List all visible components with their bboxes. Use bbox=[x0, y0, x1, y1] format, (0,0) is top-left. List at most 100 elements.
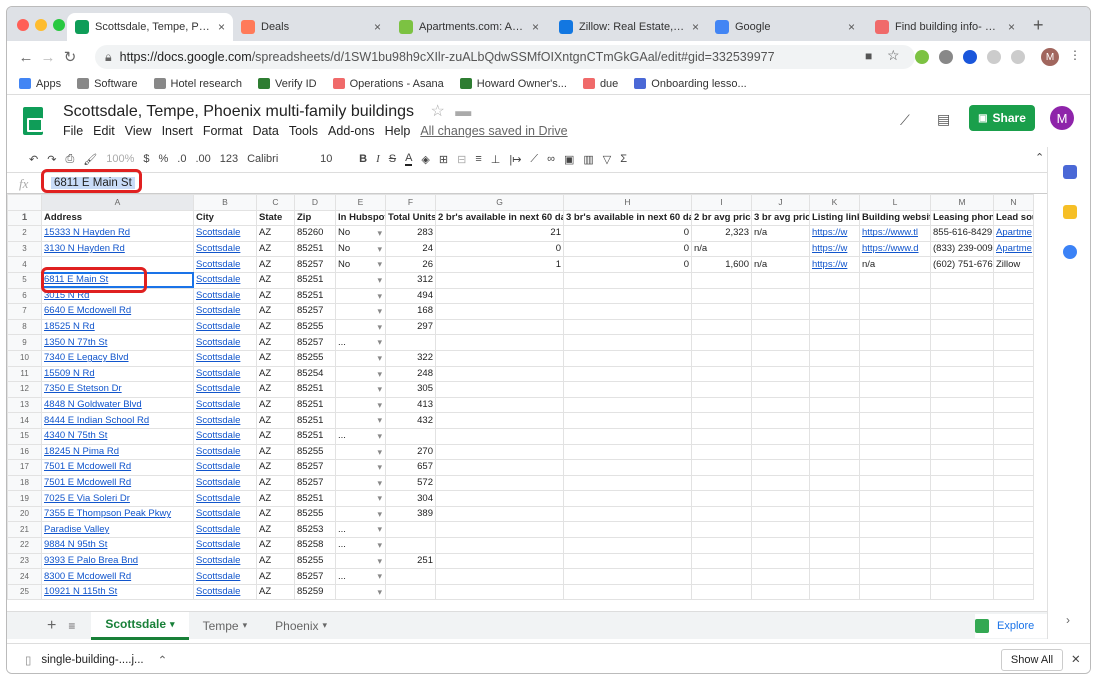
browser-tab[interactable]: Google × bbox=[707, 13, 863, 41]
city-cell[interactable]: Scottsdale bbox=[193, 412, 257, 429]
maximize-window-icon[interactable] bbox=[53, 19, 65, 31]
city-cell[interactable]: Scottsdale bbox=[193, 552, 257, 570]
menu-edit[interactable]: Edit bbox=[93, 124, 115, 138]
state-cell[interactable]: AZ bbox=[256, 287, 295, 305]
menu-file[interactable]: File bbox=[63, 124, 83, 138]
lead-source-cell[interactable]: Apartme bbox=[993, 240, 1034, 258]
lead-source-cell[interactable] bbox=[993, 365, 1034, 383]
city-cell[interactable]: Scottsdale bbox=[193, 459, 257, 476]
zip-cell[interactable]: 85251 bbox=[294, 287, 336, 305]
listing-link-cell[interactable] bbox=[809, 443, 860, 461]
decrease-decimal-button[interactable]: .0 bbox=[177, 153, 186, 165]
two-br-available-cell[interactable] bbox=[435, 537, 564, 554]
hubspot-dropdown-cell[interactable] bbox=[335, 381, 386, 398]
menu-format[interactable]: Format bbox=[203, 124, 243, 138]
lead-source-cell[interactable] bbox=[993, 334, 1034, 351]
lead-source-cell[interactable] bbox=[993, 318, 1034, 336]
listing-link-cell[interactable]: https://w bbox=[809, 256, 860, 273]
leasing-phone-cell[interactable] bbox=[930, 365, 994, 383]
building-website-cell[interactable] bbox=[859, 349, 931, 367]
lead-source-cell[interactable] bbox=[993, 396, 1034, 414]
row-number[interactable]: 18 bbox=[7, 474, 42, 492]
city-cell[interactable]: Scottsdale bbox=[193, 365, 257, 383]
city-cell[interactable]: Scottsdale bbox=[193, 349, 257, 367]
two-br-price-cell[interactable] bbox=[691, 303, 752, 320]
two-br-available-cell[interactable] bbox=[435, 459, 564, 476]
column-header[interactable]: H bbox=[563, 194, 692, 211]
column-header[interactable]: B bbox=[193, 194, 257, 211]
menu-add-ons[interactable]: Add-ons bbox=[328, 124, 375, 138]
state-cell[interactable]: AZ bbox=[256, 568, 295, 585]
three-br-available-cell[interactable] bbox=[563, 427, 692, 445]
document-title[interactable]: Scottsdale, Tempe, Phoenix multi-family … bbox=[63, 101, 471, 121]
zip-cell[interactable]: 85257 bbox=[294, 474, 336, 492]
three-br-available-cell[interactable] bbox=[563, 537, 692, 554]
three-br-available-cell[interactable] bbox=[563, 365, 692, 383]
row-number[interactable]: 3 bbox=[7, 240, 42, 258]
city-cell[interactable]: Scottsdale bbox=[193, 490, 257, 507]
comments-icon[interactable]: ▤ bbox=[937, 111, 950, 128]
listing-link-cell[interactable] bbox=[809, 505, 860, 523]
column-header[interactable]: G bbox=[435, 194, 564, 211]
bookmark-item[interactable]: due bbox=[582, 78, 618, 90]
address-cell[interactable]: 7350 E Stetson Dr bbox=[41, 381, 194, 398]
building-website-cell[interactable] bbox=[859, 271, 931, 289]
sheet-tab-tempe[interactable]: Tempe ▾ bbox=[189, 612, 262, 640]
building-website-cell[interactable] bbox=[859, 552, 931, 570]
close-tab-icon[interactable]: × bbox=[532, 20, 539, 34]
menu-insert[interactable]: Insert bbox=[162, 124, 193, 138]
header-cell[interactable]: Total Units bbox=[385, 209, 436, 227]
zoom-select[interactable]: 100% bbox=[106, 153, 134, 165]
row-number[interactable]: 9 bbox=[7, 334, 42, 351]
two-br-price-cell[interactable] bbox=[691, 459, 752, 476]
state-cell[interactable]: AZ bbox=[256, 365, 295, 383]
insert-chart-icon[interactable]: ▥ bbox=[583, 153, 593, 166]
city-cell[interactable]: Scottsdale bbox=[193, 303, 257, 320]
building-website-cell[interactable] bbox=[859, 474, 931, 492]
two-br-available-cell[interactable] bbox=[435, 505, 564, 523]
lead-source-cell[interactable] bbox=[993, 427, 1034, 445]
keep-icon[interactable] bbox=[1063, 205, 1077, 219]
bookmark-item[interactable]: Apps bbox=[19, 78, 61, 90]
leasing-phone-cell[interactable] bbox=[930, 427, 994, 445]
borders-icon[interactable]: ⊞ bbox=[439, 153, 448, 166]
browser-tab[interactable]: Zillow: Real Estate, Apartments × bbox=[551, 13, 707, 41]
two-br-available-cell[interactable] bbox=[435, 349, 564, 367]
zip-cell[interactable]: 85257 bbox=[294, 303, 336, 320]
listing-link-cell[interactable] bbox=[809, 365, 860, 383]
all-sheets-icon[interactable]: ≡ bbox=[68, 619, 75, 633]
download-options-icon[interactable]: ⌃ bbox=[158, 653, 168, 667]
state-cell[interactable]: AZ bbox=[256, 349, 295, 367]
three-br-available-cell[interactable] bbox=[563, 271, 692, 289]
listing-link-cell[interactable] bbox=[809, 287, 860, 305]
state-cell[interactable]: AZ bbox=[256, 474, 295, 492]
header-cell[interactable]: 2 br's available in next 60 days bbox=[435, 209, 564, 227]
bookmark-item[interactable]: Verify ID bbox=[258, 78, 317, 90]
lead-source-cell[interactable] bbox=[993, 505, 1034, 523]
increase-decimal-button[interactable]: .00 bbox=[195, 153, 210, 165]
units-cell[interactable]: 305 bbox=[385, 381, 436, 398]
building-website-cell[interactable] bbox=[859, 521, 931, 539]
leasing-phone-cell[interactable] bbox=[930, 334, 994, 351]
zip-cell[interactable]: 85257 bbox=[294, 334, 336, 351]
currency-format-button[interactable]: $ bbox=[143, 153, 149, 165]
two-br-price-cell[interactable]: 1,600 bbox=[691, 256, 752, 273]
lead-source-cell[interactable] bbox=[993, 287, 1034, 305]
units-cell[interactable]: 24 bbox=[385, 240, 436, 258]
units-cell[interactable]: 322 bbox=[385, 349, 436, 367]
address-cell[interactable]: 4848 N Goldwater Blvd bbox=[41, 396, 194, 414]
column-header[interactable]: D bbox=[294, 194, 336, 211]
three-br-price-cell[interactable] bbox=[751, 552, 810, 570]
close-download-bar-icon[interactable]: ✕ bbox=[1071, 652, 1081, 666]
units-cell[interactable]: 297 bbox=[385, 318, 436, 336]
zip-cell[interactable]: 85251 bbox=[294, 271, 336, 289]
minimize-window-icon[interactable] bbox=[35, 19, 47, 31]
zip-cell[interactable]: 85251 bbox=[294, 427, 336, 445]
building-website-cell[interactable] bbox=[859, 396, 931, 414]
building-website-cell[interactable] bbox=[859, 427, 931, 445]
hubspot-dropdown-cell[interactable] bbox=[335, 318, 386, 336]
hubspot-dropdown-cell[interactable]: ... bbox=[335, 521, 386, 539]
listing-link-cell[interactable] bbox=[809, 568, 860, 585]
bookmark-star-icon[interactable]: ☆ bbox=[887, 47, 900, 64]
two-br-available-cell[interactable] bbox=[435, 427, 564, 445]
